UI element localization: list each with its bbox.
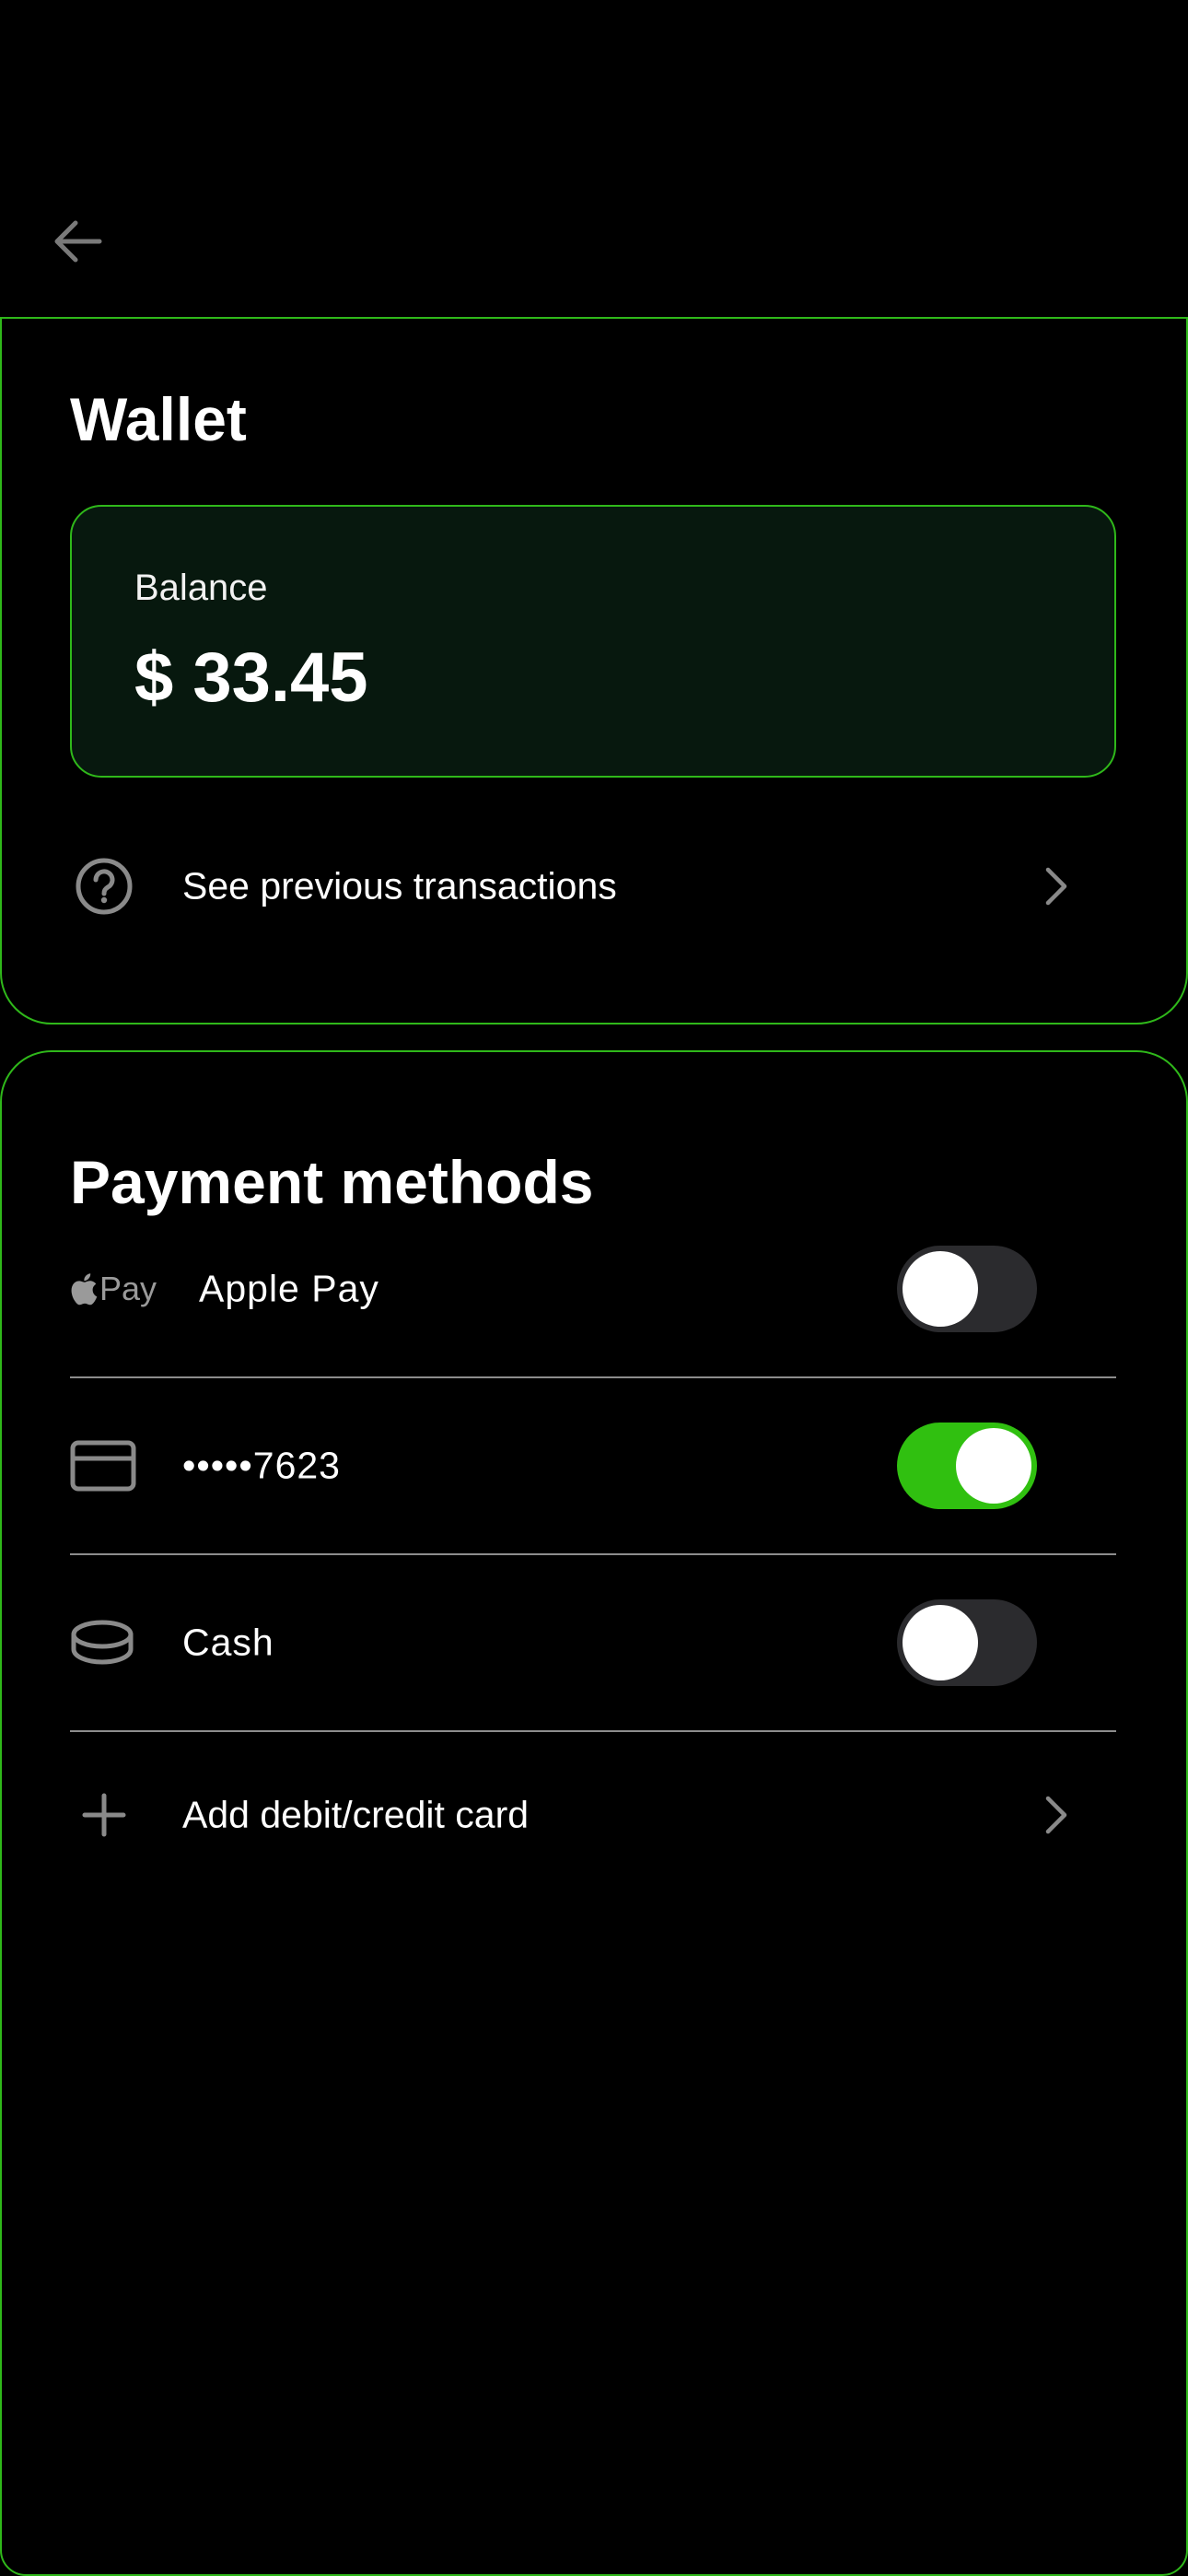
payment-method-cash: Cash bbox=[70, 1555, 1116, 1732]
toggle-knob bbox=[956, 1428, 1031, 1504]
plus-icon bbox=[82, 1793, 126, 1837]
balance-label: Balance bbox=[134, 568, 268, 608]
apple-pay-label: Apple Pay bbox=[199, 1267, 379, 1310]
see-transactions-row[interactable]: See previous transactions bbox=[70, 838, 1116, 934]
apple-pay-toggle[interactable] bbox=[897, 1246, 1037, 1332]
card-number-label: •••••7623 bbox=[182, 1444, 341, 1487]
apple-logo-icon bbox=[71, 1273, 98, 1306]
balance-card: Balance $ 33.45 bbox=[70, 505, 1116, 778]
chevron-right-icon bbox=[1045, 1796, 1067, 1834]
wallet-panel: Wallet Balance $ 33.45 See previous tran… bbox=[0, 317, 1188, 1025]
toggle-knob bbox=[903, 1251, 978, 1327]
payment-method-card: •••••7623 bbox=[70, 1378, 1116, 1555]
see-transactions-label: See previous transactions bbox=[182, 864, 617, 907]
payment-methods-panel: Payment methods Pay Apple Pay •••••7623 bbox=[0, 1050, 1188, 2576]
apple-pay-icon: Pay bbox=[70, 1270, 157, 1307]
toggle-knob bbox=[903, 1605, 978, 1680]
add-card-row[interactable]: Add debit/credit card bbox=[70, 1732, 1116, 1898]
wallet-title: Wallet bbox=[70, 385, 247, 453]
chevron-right-icon bbox=[1045, 867, 1067, 906]
payment-method-apple-pay: Pay Apple Pay bbox=[70, 1201, 1116, 1378]
card-toggle[interactable] bbox=[897, 1423, 1037, 1509]
question-circle-icon bbox=[76, 858, 133, 915]
cash-toggle[interactable] bbox=[897, 1599, 1037, 1686]
credit-card-icon bbox=[70, 1440, 136, 1492]
cash-label: Cash bbox=[182, 1621, 274, 1664]
coin-icon bbox=[71, 1620, 134, 1665]
arrow-left-icon bbox=[54, 220, 102, 263]
back-button[interactable] bbox=[50, 218, 105, 264]
add-card-label: Add debit/credit card bbox=[182, 1793, 530, 1836]
apple-pay-icon-text: Pay bbox=[99, 1270, 157, 1307]
balance-value: $ 33.45 bbox=[134, 638, 368, 717]
